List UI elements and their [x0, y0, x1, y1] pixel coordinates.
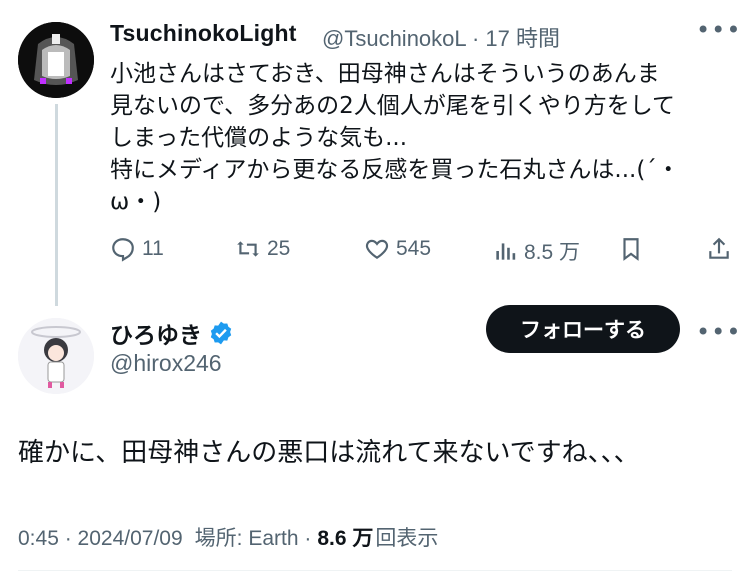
avatar[interactable] — [18, 22, 94, 98]
divider — [18, 570, 732, 571]
bookmark-button[interactable] — [618, 236, 650, 262]
like-button[interactable]: 545 — [364, 236, 431, 262]
separator: · — [298, 527, 312, 550]
tweet-time[interactable]: 0:45 — [18, 527, 59, 551]
repost-icon — [237, 241, 259, 257]
views-count: 8.5 万 — [524, 241, 581, 264]
share-button[interactable] — [706, 236, 738, 262]
tweet-text: 小池さんはさておき、田母神さんはそういうのあんま 見ないので、多分あの2人個人が… — [110, 61, 680, 215]
reply-button[interactable]: 11 — [110, 236, 164, 262]
more-icon[interactable]: ••• — [696, 16, 741, 44]
tweet-meta: @TsuchinokoL · 17 時間 — [322, 21, 560, 53]
tweet-footer: 0:45 · 2024/07/09 場所: Earth · 8.6 万 回表示 — [18, 522, 438, 552]
like-count: 545 — [396, 237, 432, 260]
handle[interactable]: @hirox246 — [110, 350, 222, 377]
repost-count: 25 — [267, 237, 291, 260]
views-button[interactable]: 8.5 万 — [492, 236, 580, 266]
views-count: 8.6 万 — [317, 527, 374, 550]
tweet-actions: 11 25 545 8.5 万 — [110, 236, 735, 270]
display-name[interactable]: TsuchinokoLight — [110, 20, 297, 47]
share-icon — [709, 237, 729, 259]
tweet-date[interactable]: 2024/07/09 — [78, 527, 183, 551]
follow-button[interactable]: フォローする — [486, 305, 680, 353]
reply-count: 11 — [142, 237, 164, 260]
location: 場所: Earth — [194, 527, 299, 550]
avatar[interactable] — [18, 318, 94, 394]
verified-icon[interactable] — [208, 320, 234, 346]
like-icon — [365, 239, 389, 259]
handle[interactable]: @TsuchinokoL — [322, 26, 466, 51]
repost-button[interactable]: 25 — [235, 236, 290, 262]
separator: · — [471, 26, 486, 51]
more-icon[interactable]: ••• — [696, 318, 741, 346]
timestamp[interactable]: 17 時間 — [485, 26, 560, 51]
display-name[interactable]: ひろゆき — [110, 316, 234, 350]
reply-icon — [112, 238, 134, 262]
views-label: 回表示 — [375, 527, 439, 550]
views-icon — [496, 243, 516, 260]
bookmark-icon — [623, 238, 639, 261]
tweet-text: 確かに、田母神さんの悪口は流れて来ないですね、、、 — [18, 438, 640, 468]
display-name-text: ひろゆき — [110, 323, 202, 349]
separator: · — [58, 527, 78, 550]
thread-line — [55, 104, 58, 306]
